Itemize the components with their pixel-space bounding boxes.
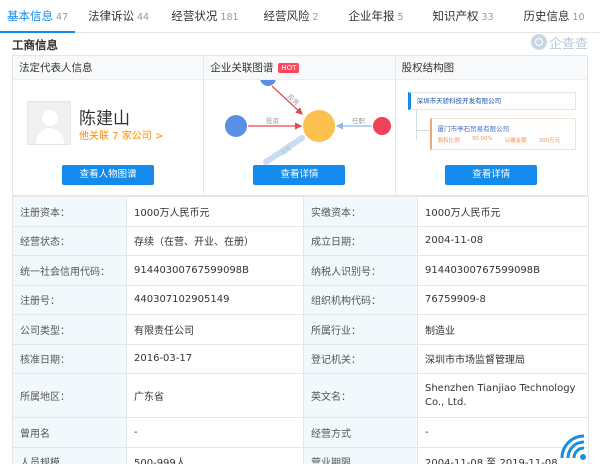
view-person-graph-button[interactable]: 查看人物图谱 bbox=[62, 165, 155, 185]
label-business-mode: 经营方式 bbox=[303, 417, 418, 448]
equity-title: 股权结构图 bbox=[395, 56, 587, 80]
value-status: 存续（在营、开业、在册） bbox=[126, 225, 304, 256]
value-company-type: 有限责任公司 bbox=[126, 314, 304, 345]
business-info-table: 注册资本： 1000万人民币元 实缴资本： 1000万人民币元 经营状态： 存续（在营、… bbox=[12, 196, 589, 464]
table-row: 人员规模 500-999人 营业期限 2004-11-08 至 2019-11-08 bbox=[12, 446, 589, 464]
label-credit-code: 统一社会信用代码： bbox=[12, 255, 127, 286]
tab-basic-info[interactable]: 基本信息 47 bbox=[0, 0, 75, 33]
legal-rep-title: 法定代表人信息 bbox=[13, 56, 204, 80]
label-status: 经营状态： bbox=[12, 225, 127, 256]
label-staff-size: 人员规模 bbox=[12, 446, 127, 464]
label-org-code: 组织机构代码： bbox=[303, 284, 418, 315]
related-companies-link[interactable]: 他关联 7 家公司 > bbox=[79, 127, 163, 142]
label-registered-capital: 注册资本： bbox=[12, 196, 127, 227]
value-taxpayer-id: 91440300767599098B bbox=[417, 255, 589, 286]
equity-view-detail-button[interactable]: 查看详情 bbox=[445, 165, 538, 185]
value-authority: 深圳市市场监督管理局 bbox=[417, 343, 589, 374]
tab-ip[interactable]: 知识产权 33 bbox=[418, 0, 508, 33]
table-row: 注册号： 440307102905149 组织机构代码： 76759909-8 bbox=[12, 284, 589, 315]
table-row: 公司类型： 有限责任公司 所属行业： 制造业 bbox=[12, 314, 589, 345]
qichacha-logo-icon bbox=[530, 34, 547, 50]
node-top bbox=[260, 80, 277, 86]
tab-legal[interactable]: 法律诉讼 44 bbox=[75, 0, 162, 33]
watermark: 企查查 bbox=[530, 32, 588, 52]
relation-graph-panel: 企业关联图谱 HOT 投资 投资 任职 法院 查看详情 bbox=[204, 56, 396, 195]
signal-icon bbox=[560, 434, 586, 460]
value-region: 广东省 bbox=[126, 373, 304, 418]
equity-panel: 股权结构图 深圳市天骄科技开发有限公司 厦门市亭石贸易有限公司 股权比例 30.0… bbox=[395, 56, 587, 195]
table-row: 统一社会信用代码： 91440300767599098B 纳税人识别号： 914403… bbox=[12, 255, 589, 286]
node-center bbox=[303, 110, 336, 142]
table-row: 经营状态： 存续（在营、开业、在册） 成立日期： 2004-11-08 bbox=[12, 225, 589, 256]
label-industry: 所属行业： bbox=[303, 314, 418, 345]
value-paid-capital: 1000万人民币元 bbox=[417, 196, 589, 227]
value-english-name: Shenzhen Tianjiao Technology Co., Ltd. bbox=[417, 373, 589, 418]
value-founded: 2004-11-08 bbox=[417, 225, 589, 256]
summary-panels: 法定代表人信息 陈建山 他关联 7 家公司 > 查看人物图谱 企业关联图谱 HOT… bbox=[12, 55, 588, 196]
table-row: 所属地区： 广东省 英文名： Shenzhen Tianjiao Technology… bbox=[12, 373, 589, 418]
relation-graph-diagram[interactable]: 投资 投资 任职 法院 bbox=[204, 80, 394, 170]
value-registered-capital: 1000万人民币元 bbox=[126, 196, 304, 227]
label-english-name: 英文名： bbox=[303, 373, 418, 418]
tab-operations[interactable]: 经营状况 181 bbox=[162, 0, 248, 33]
tab-annual-report[interactable]: 企业年报 5 bbox=[334, 0, 418, 33]
value-industry: 制造业 bbox=[417, 314, 589, 345]
node-right bbox=[373, 117, 392, 135]
label-approval-date: 核准日期： bbox=[12, 343, 127, 374]
label-company-type: 公司类型： bbox=[12, 314, 127, 345]
edge-label-left: 投资 bbox=[266, 116, 280, 125]
value-org-code: 76759909-8 bbox=[417, 284, 589, 315]
label-business-term: 营业期限 bbox=[303, 446, 418, 464]
value-credit-code: 91440300767599098B bbox=[126, 255, 304, 286]
equity-diagram[interactable]: 深圳市天骄科技开发有限公司 厦门市亭石贸易有限公司 股权比例 30.00% 认缴金额… bbox=[407, 92, 576, 154]
value-approval-date: 2016-03-17 bbox=[126, 343, 304, 374]
label-former-name: 曾用名 bbox=[12, 417, 127, 448]
label-reg-number: 注册号： bbox=[12, 284, 127, 315]
value-reg-number: 440307102905149 bbox=[126, 284, 304, 315]
node-left bbox=[225, 115, 248, 137]
section-title: 工商信息 bbox=[12, 38, 58, 52]
value-staff-size: 500-999人 bbox=[126, 446, 304, 464]
tab-history[interactable]: 历史信息 10 bbox=[508, 0, 600, 33]
avatar bbox=[27, 101, 71, 145]
table-row: 曾用名 - 经营方式 - bbox=[12, 417, 589, 448]
label-authority: 登记机关： bbox=[303, 343, 418, 374]
label-paid-capital: 实缴资本： bbox=[303, 196, 418, 227]
equity-root-company: 深圳市天骄科技开发有限公司 bbox=[407, 92, 576, 110]
table-row: 核准日期： 2016-03-17 登记机关： 深圳市市场监督管理局 bbox=[12, 343, 589, 374]
edge-label-top: 投资 bbox=[286, 92, 302, 108]
relation-graph-title: 企业关联图谱 HOT bbox=[204, 56, 395, 80]
label-founded: 成立日期： bbox=[303, 225, 418, 256]
legal-rep-name[interactable]: 陈建山 bbox=[79, 104, 130, 129]
table-row: 注册资本： 1000万人民币元 实缴资本： 1000万人民币元 bbox=[12, 196, 589, 227]
edge-label-right: 任职 bbox=[352, 116, 366, 125]
tab-risk[interactable]: 经营风险 2 bbox=[248, 0, 334, 33]
relation-view-detail-button[interactable]: 查看详情 bbox=[253, 165, 346, 185]
equity-sub-company: 厦门市亭石贸易有限公司 股权比例 30.00% 认缴金额 300万元 bbox=[429, 118, 576, 150]
legal-rep-panel: 法定代表人信息 陈建山 他关联 7 家公司 > 查看人物图谱 bbox=[13, 56, 205, 195]
label-taxpayer-id: 纳税人识别号： bbox=[303, 255, 418, 286]
value-former-name: - bbox=[126, 417, 304, 448]
hot-badge: HOT bbox=[278, 63, 300, 73]
tab-bar: 基本信息 47 法律诉讼 44 经营状况 181 经营风险 2 企业年报 5 知识产权 33… bbox=[0, 0, 600, 33]
label-region: 所属地区： bbox=[12, 373, 127, 418]
